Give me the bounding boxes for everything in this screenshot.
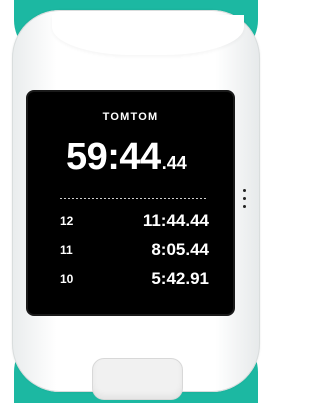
elapsed-time: 59:44.44 [66, 138, 187, 176]
elapsed-time-main: 59:44 [66, 136, 161, 178]
lap-number: 12 [60, 214, 74, 228]
lap-row: 12 11:44.44 [28, 207, 233, 236]
lap-number: 11 [60, 243, 73, 257]
dot-icon [242, 205, 246, 208]
lap-time: 11:44.44 [142, 211, 209, 230]
lap-time: 8:05.44 [151, 240, 209, 259]
dotted-divider [60, 198, 206, 199]
lap-list: 12 11:44.44 11 8:05.44 10 5:42.91 [28, 207, 233, 294]
lap-row: 10 5:42.91 [28, 265, 233, 294]
vertical-dots-icon[interactable] [241, 189, 247, 213]
watch-screen: TOMTOM 59:44.44 12 11:44.44 11 8:05.44 1… [28, 92, 233, 314]
dot-icon [242, 189, 246, 192]
lap-time: 5:42.91 [151, 269, 209, 288]
elapsed-time-hundredths: .44 [161, 153, 187, 173]
dot-icon [242, 197, 246, 200]
lap-row: 11 8:05.44 [28, 236, 233, 265]
housing-top-curve [52, 15, 244, 55]
lap-number: 10 [60, 272, 74, 286]
brand-logo: TOMTOM [102, 111, 159, 123]
control-button[interactable] [92, 358, 183, 400]
